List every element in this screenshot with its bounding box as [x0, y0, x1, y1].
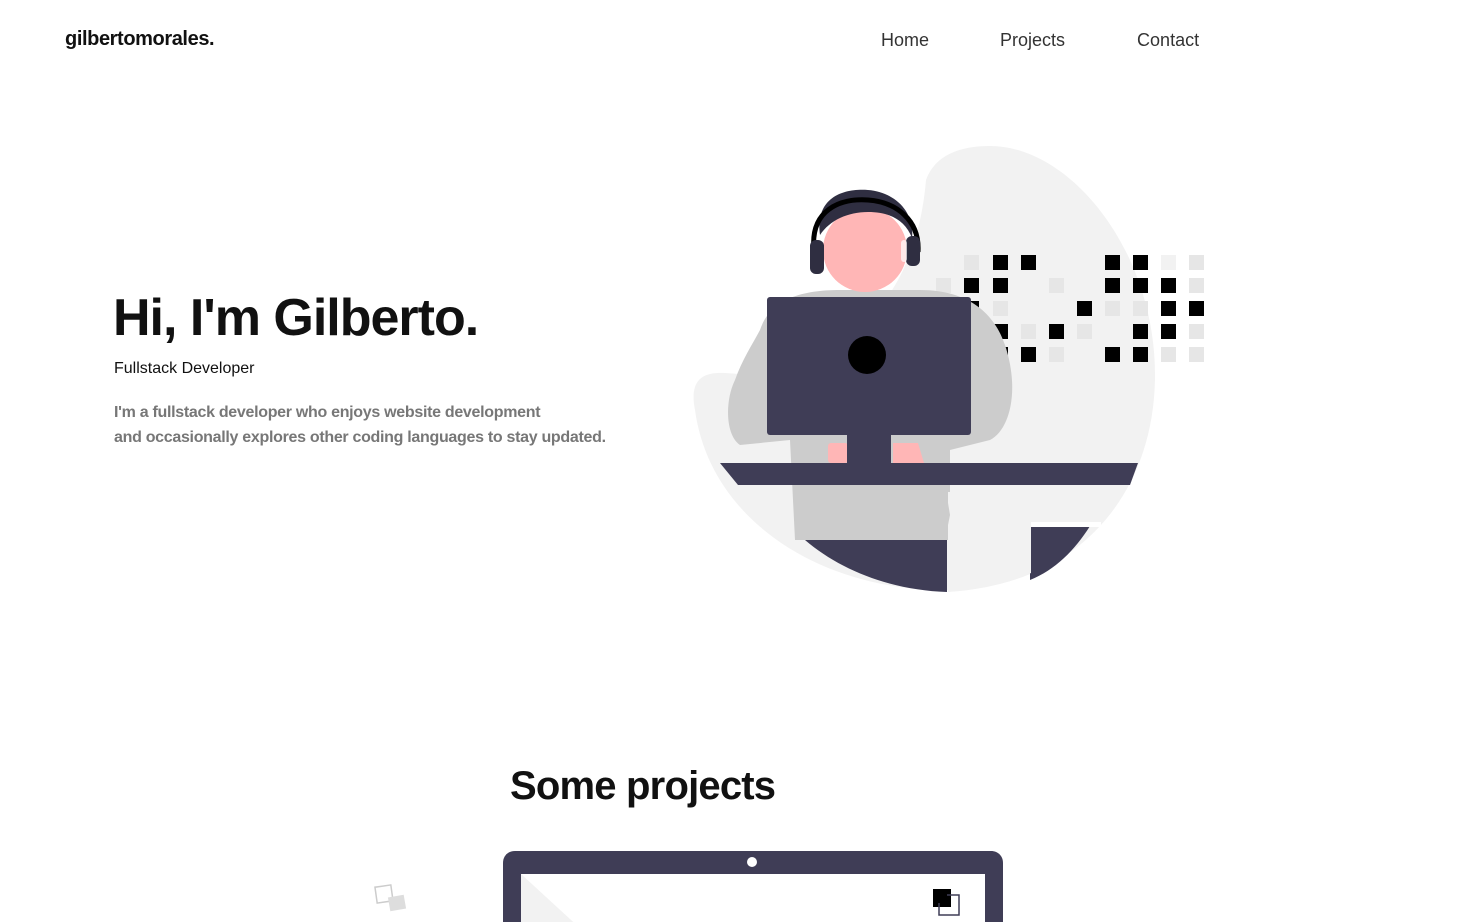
hero-title: Hi, I'm Gilberto.: [113, 289, 479, 347]
hero-role: Fullstack Developer: [114, 360, 255, 377]
developer-illustration: [693, 146, 1204, 592]
nav-projects[interactable]: Projects: [1000, 30, 1065, 51]
hero-description: I'm a fullstack developer who enjoys web…: [114, 400, 674, 450]
project-laptop-preview[interactable]: [503, 851, 1003, 922]
brand-logo[interactable]: gilbertomorales.: [65, 28, 215, 51]
nav-contact[interactable]: Contact: [1137, 30, 1199, 51]
hero-description-line-1: I'm a fullstack developer who enjoys web…: [114, 404, 541, 421]
page: gilbertomorales. Home Projects Contact H…: [0, 0, 1462, 922]
nav-home[interactable]: Home: [881, 30, 929, 51]
main-nav: Home Projects Contact: [881, 30, 1199, 51]
hero-description-line-2: and occasionally explores other coding l…: [114, 429, 606, 446]
squares-decoration-icon: [374, 884, 407, 912]
projects-section-title: Some projects: [510, 764, 776, 808]
